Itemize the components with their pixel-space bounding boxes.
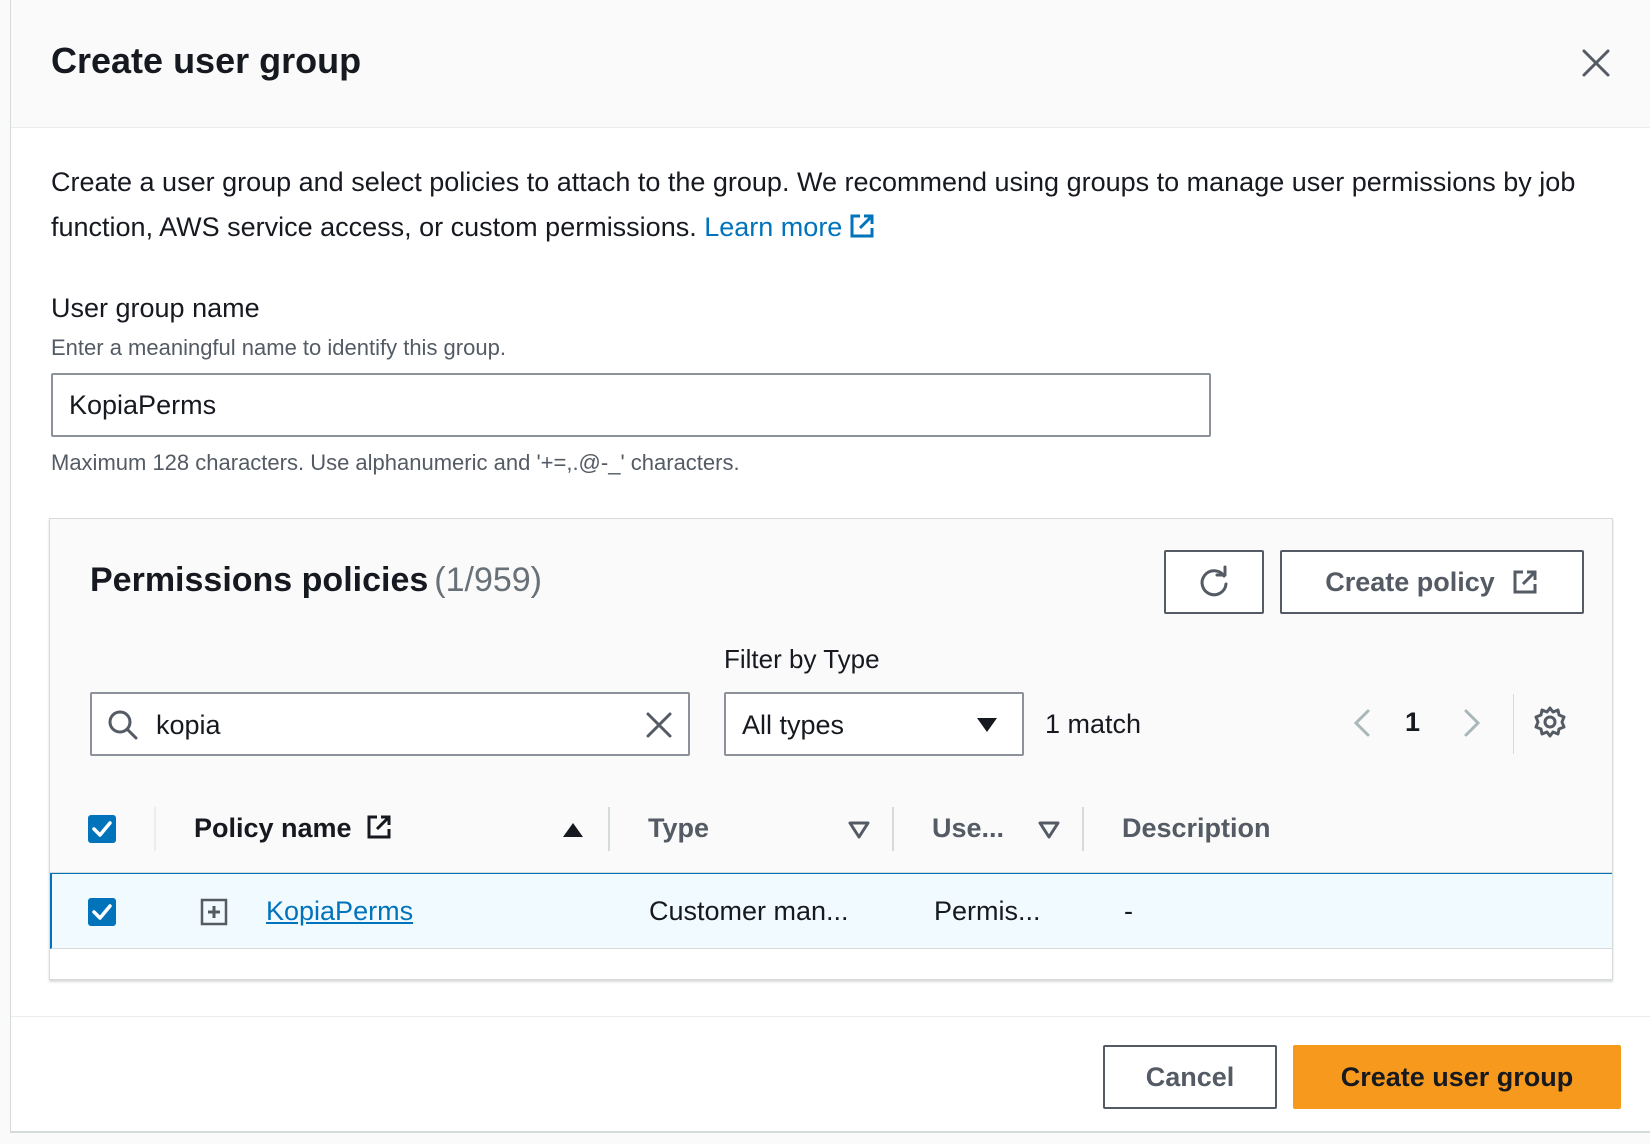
gear-icon[interactable] (1533, 705, 1567, 739)
sort-icon[interactable] (1038, 821, 1060, 839)
intro-text: Create a user group and select policies … (51, 160, 1621, 250)
group-name-input[interactable] (51, 373, 1211, 437)
column-divider[interactable] (892, 807, 894, 851)
search-query: kopia (156, 710, 221, 740)
external-link-icon (1513, 570, 1537, 594)
policy-name-link[interactable]: KopiaPerms (266, 896, 413, 927)
checkmark-icon (92, 904, 112, 920)
modal-title: Create user group (51, 40, 362, 81)
modal-header: Create user group (11, 0, 1650, 128)
group-name-hint: Maximum 128 characters. Use alphanumeric… (51, 450, 740, 475)
chevron-right-icon[interactable] (1460, 707, 1484, 739)
checkmark-icon (92, 821, 112, 837)
cancel-button[interactable]: Cancel (1103, 1045, 1277, 1109)
panel-title: Permissions policies (1/959) (90, 561, 542, 600)
footer-divider (11, 1016, 1650, 1017)
policy-type: Customer man... (649, 896, 849, 926)
table-row[interactable]: KopiaPerms Customer man... Permis... - (50, 873, 1612, 949)
group-name-label: User group name (51, 293, 260, 323)
chevron-left-icon[interactable] (1350, 707, 1374, 739)
row-checkbox[interactable] (88, 898, 116, 926)
group-name-description: Enter a meaningful name to identify this… (51, 335, 506, 360)
policy-used-as: Permis... (934, 896, 1041, 926)
refresh-icon (1200, 565, 1228, 597)
type-filter-value: All types (742, 710, 845, 740)
create-user-group-modal: Create user group Create a user group an… (10, 0, 1650, 1133)
external-link-icon (367, 815, 391, 839)
policy-search-input[interactable]: kopia (90, 692, 690, 756)
column-type[interactable]: Type (648, 813, 709, 844)
learn-more-link[interactable]: Learn more (704, 212, 876, 242)
match-count: 1 match (1045, 709, 1142, 739)
external-link-icon (850, 214, 874, 238)
sort-icon[interactable] (848, 821, 870, 839)
column-divider (154, 807, 156, 851)
caret-down-icon (977, 718, 997, 732)
expand-icon[interactable] (200, 898, 228, 926)
select-all-checkbox[interactable] (88, 815, 116, 843)
create-user-group-button[interactable]: Create user group (1293, 1045, 1621, 1109)
sort-ascending-icon[interactable] (562, 821, 584, 839)
permissions-policies-panel: Permissions policies (1/959) Create polic… (49, 518, 1613, 980)
policy-description: - (1124, 896, 1133, 926)
filter-by-type-label: Filter by Type (724, 644, 880, 674)
refresh-button[interactable] (1164, 550, 1264, 614)
column-divider[interactable] (608, 807, 610, 851)
type-filter-select[interactable]: All types (724, 692, 1024, 756)
column-divider[interactable] (1082, 807, 1084, 851)
create-policy-button[interactable]: Create policy (1280, 550, 1584, 614)
pager-divider (1513, 694, 1514, 754)
table-header: Policy name Type Use... Description (50, 787, 1612, 873)
close-icon[interactable] (1577, 44, 1615, 82)
column-policy-name-label: Policy name (194, 813, 352, 843)
clear-search-icon[interactable] (644, 710, 674, 740)
column-description[interactable]: Description (1122, 813, 1271, 844)
policy-count: (1/959) (434, 561, 542, 599)
search-icon (108, 710, 138, 740)
column-policy-name[interactable]: Policy name (194, 813, 393, 844)
current-page[interactable]: 1 (1405, 707, 1420, 738)
column-used-as[interactable]: Use... (932, 813, 1004, 844)
create-policy-label: Create policy (1325, 566, 1495, 597)
panel-title-text: Permissions policies (90, 561, 429, 599)
